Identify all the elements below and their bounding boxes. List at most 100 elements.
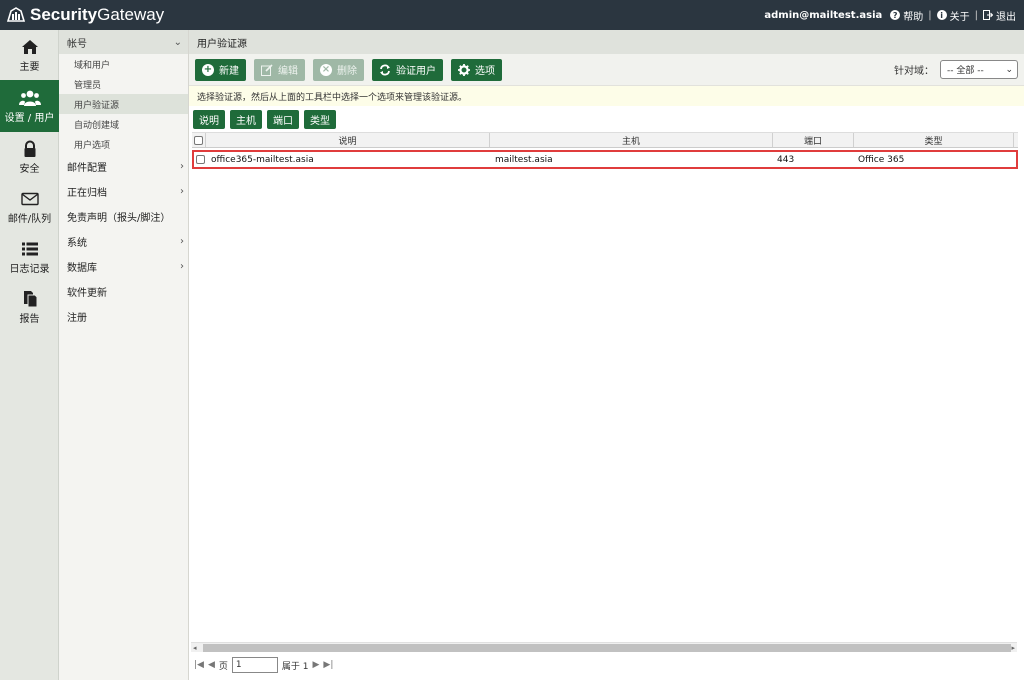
horizontal-scrollbar[interactable]: ◂ ▸ [191,642,1017,652]
menu-item-archiving[interactable]: 正在归档 › [59,179,188,204]
menu-item-user-options[interactable]: 用户选项 [59,134,188,154]
menu-item-administrators[interactable]: 管理员 [59,74,188,94]
domain-select[interactable]: -- 全部 -- ⌄ [940,60,1018,79]
nav-label: 日志记录 [9,263,50,275]
report-icon [23,290,37,307]
sort-type-button[interactable]: 类型 [304,110,336,129]
nav-item-security[interactable]: 安全 [0,132,59,182]
next-page-icon[interactable]: ▶ [313,660,320,670]
page-number-input[interactable]: 1 [231,657,278,673]
menu-item-system[interactable]: 系统 › [59,229,188,254]
menu-item-software-update[interactable]: 软件更新 [59,279,188,304]
first-page-icon[interactable]: |◀ [194,660,204,670]
envelope-icon [20,192,39,205]
edit-icon [261,63,273,76]
domain-select-value: -- 全部 -- [947,66,984,76]
new-label: 新建 [219,66,239,77]
chevron-right-icon: › [180,261,184,272]
scrollbar-thumb[interactable] [203,644,1011,652]
sort-host-button[interactable]: 主机 [230,110,262,129]
menu-item-label: 软件更新 [67,288,107,299]
verify-users-button[interactable]: 验证用户 [372,58,443,81]
row-select-cell [194,155,208,164]
new-button[interactable]: + 新建 [195,58,246,81]
table-header: 说明 主机 端口 类型 [192,132,1018,148]
divider: | [974,9,978,21]
chevron-right-icon: › [180,186,184,197]
top-links: admin@mailtest.asia ? 帮助 | i 关于 | 退出 [764,8,1016,23]
select-all-checkbox[interactable] [194,135,203,145]
help-link[interactable]: ? 帮助 [890,8,923,23]
menu-item-label: 数据库 [67,263,97,274]
chevron-right-icon: › [180,236,184,247]
column-sort-buttons: 说明 主机 端口 类型 [189,106,1024,133]
divider: | [928,9,932,21]
cell-host: mailtest.asia [495,154,553,165]
sort-description-button[interactable]: 说明 [193,110,225,129]
cell-description: office365-mailtest.asia [211,154,314,165]
row-checkbox[interactable] [196,155,205,164]
lock-icon [24,140,35,157]
list-icon [21,242,38,255]
cell-type: Office 365 [858,154,905,165]
delete-button[interactable]: × 删除 [313,58,364,81]
column-header-type[interactable]: 类型 [854,133,1014,147]
menu-item-auto-create-domain[interactable]: 自动创建域 [59,114,188,134]
gear-icon [458,63,470,76]
top-bar: SecurityGateway admin@mailtest.asia ? 帮助 … [0,0,1024,30]
scroll-left-icon[interactable]: ◂ [193,643,197,653]
menu-item-label: 邮件配置 [67,163,107,174]
nav-item-main[interactable]: 主要 [0,30,59,80]
toolbar: + 新建 编辑 × 删除 验证用户 选项 针对域： -- 全部 -- ⌄ [189,54,1024,86]
column-header-description[interactable]: 说明 [206,133,490,147]
column-header-host[interactable]: 主机 [490,133,773,147]
current-user[interactable]: admin@mailtest.asia [764,10,882,21]
nav-item-mail-queue[interactable]: 邮件/队列 [0,182,59,232]
menu-item-label: 系统 [67,238,87,249]
info-icon: i [936,10,947,20]
logout-label: 退出 [996,11,1016,23]
nav-item-reports[interactable]: 报告 [0,282,59,332]
menu-section-accounts[interactable]: 帐号 ⌄ [59,30,188,54]
select-all-cell [192,133,206,147]
menu-item-user-auth-sources[interactable]: 用户验证源 [59,94,188,114]
prev-page-icon[interactable]: ◀ [208,660,215,670]
about-label: 关于 [949,11,970,23]
logout-link[interactable]: 退出 [983,8,1016,23]
verify-users-label: 验证用户 [396,66,436,77]
last-page-icon[interactable]: ▶| [323,660,333,670]
menu-item-registration[interactable]: 注册 [59,304,188,329]
menu-item-disclaimers[interactable]: 免责声明（报头/脚注） [59,204,188,229]
menu-section-label: 帐号 [67,38,87,50]
menu-item-mail-config[interactable]: 邮件配置 › [59,154,188,179]
menu-item-label: 正在归档 [67,188,107,199]
pager: |◀ ◀ 页 1 属于 1 ▶ ▶| [191,656,333,674]
nav-label: 邮件/队列 [7,213,52,225]
nav-item-settings-users[interactable]: 设置 / 用户 [0,80,59,132]
edit-button[interactable]: 编辑 [254,58,305,81]
about-link[interactable]: i 关于 [936,8,970,23]
sort-port-button[interactable]: 端口 [267,110,299,129]
table-row[interactable]: office365-mailtest.asia mailtest.asia 44… [192,150,1018,169]
chevron-down-icon: ⌄ [1005,64,1013,75]
scroll-right-icon[interactable]: ▸ [1011,643,1015,653]
refresh-icon [380,64,390,75]
nav-label: 安全 [19,163,40,175]
options-button[interactable]: 选项 [451,58,502,81]
plus-icon: + [202,63,214,76]
filter-label: 针对域： [894,66,934,77]
domain-filter: 针对域： -- 全部 -- ⌄ [894,60,1018,79]
nav-label: 设置 / 用户 [4,112,55,124]
page-title: 用户验证源 [189,30,1024,54]
logo-icon [6,7,26,22]
brand-name: SecurityGateway [30,5,165,24]
settings-menu: 帐号 ⌄ 域和用户 管理员 用户验证源 自动创建域 用户选项 邮件配置 › 正在… [59,30,189,680]
users-icon [18,90,41,106]
chevron-right-icon: › [180,161,184,172]
logout-icon [983,10,993,20]
nav-item-logging[interactable]: 日志记录 [0,232,59,282]
menu-item-domains-users[interactable]: 域和用户 [59,54,188,74]
column-header-port[interactable]: 端口 [773,133,854,147]
menu-item-database[interactable]: 数据库 › [59,254,188,279]
nav-label: 主要 [19,61,40,73]
